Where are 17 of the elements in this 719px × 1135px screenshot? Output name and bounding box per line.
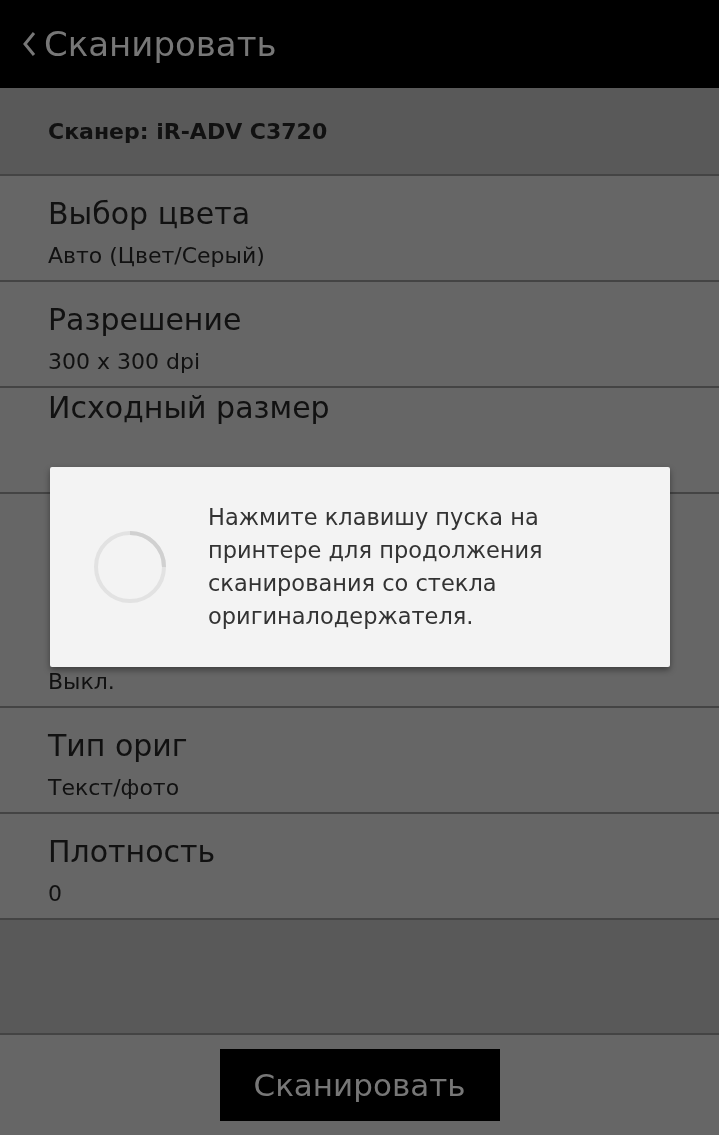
scanner-label: Сканер: iR-ADV C3720 xyxy=(48,118,328,144)
setting-title[interactable]: Тип ориг xyxy=(48,726,719,766)
scan-button[interactable]: Сканировать xyxy=(219,1049,500,1121)
setting-value: 0 xyxy=(48,880,63,908)
setting-value: 300 x 300 dpi xyxy=(48,348,202,376)
dialog-message: Нажмите клавишу пуска на принтере для продолжения сканирования со стекла оригиналодержателя. xyxy=(208,503,544,631)
setting-title[interactable]: Плотность xyxy=(48,832,719,872)
back-button[interactable]: Сканировать xyxy=(22,24,277,64)
setting-title[interactable]: Разрешение xyxy=(48,300,719,340)
setting-title[interactable]: Исходный размер xyxy=(48,388,719,428)
setting-value: Выкл. xyxy=(48,668,116,696)
scanner-row[interactable]: Сканер: iR-ADV C3720 xyxy=(0,88,719,176)
setting-title[interactable]: Выбор цвета xyxy=(48,194,719,234)
loading-spinner-icon xyxy=(92,529,168,605)
setting-value: Текст/фото xyxy=(48,774,181,802)
setting-value: Авто (Цвет/Серый) xyxy=(48,242,266,270)
chevron-left-icon xyxy=(22,31,36,57)
